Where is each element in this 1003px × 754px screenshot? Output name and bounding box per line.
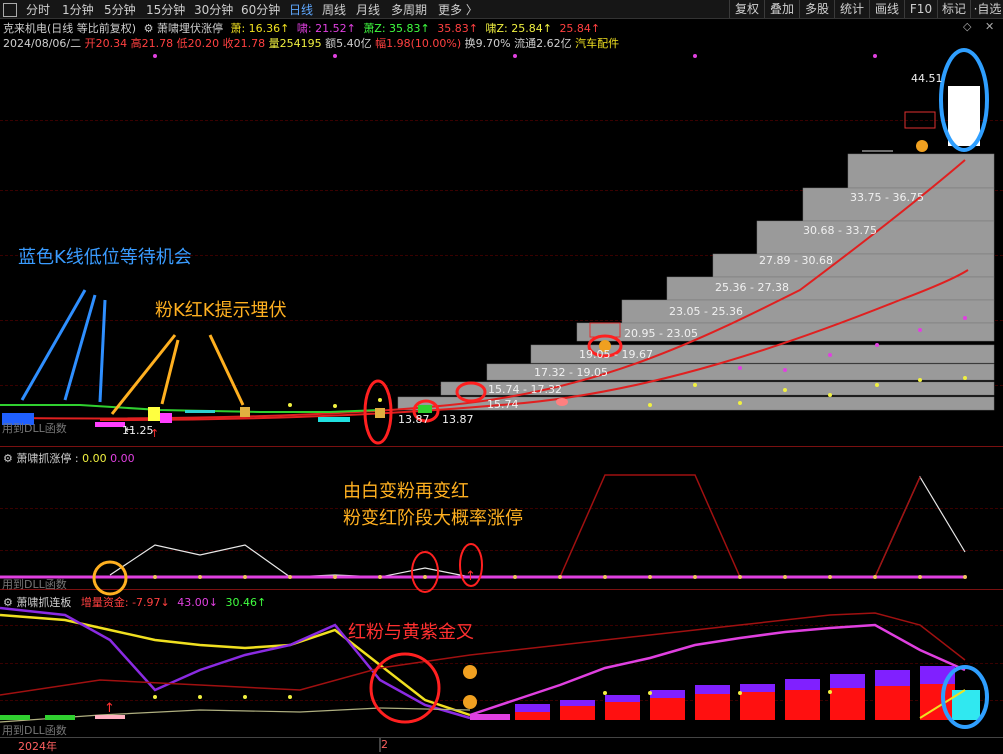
panel3-value-3: 30.46↑	[225, 596, 267, 609]
annotation-red: 红粉与黄紫金叉	[348, 622, 474, 643]
green-candle	[418, 405, 432, 413]
panel2-header: ⚙ 萧啸抓涨停 : 0.00 0.00	[3, 452, 135, 465]
range-label: 19.05 - 19.67	[579, 348, 653, 361]
panel2-value-2: 0.00	[110, 452, 135, 465]
range-label: 33.75 - 36.75	[850, 191, 924, 204]
dll-watermark: 用到DLL函数	[2, 578, 67, 591]
signal-icon	[463, 665, 477, 679]
panel3-value-2: 43.00↓	[177, 596, 218, 609]
panel2-red-line	[515, 474, 921, 578]
range-label: 23.05 - 25.36	[669, 305, 743, 318]
chart-graphics: ← ↑ ↑ ↑	[0, 48, 995, 752]
panel3-value-1: 增量资金: -7.97↓	[80, 596, 170, 609]
annotation-blue: 蓝色K线低位等待机会	[18, 247, 192, 268]
cyan-candle	[185, 410, 215, 413]
panel3-bars	[0, 666, 980, 720]
low-price-label: 11.25	[122, 424, 154, 437]
price-label-top: 44.51	[911, 72, 943, 85]
panel3-dots	[153, 690, 832, 699]
pink-candle	[95, 422, 125, 427]
range-label: 25.36 - 27.38	[715, 281, 789, 294]
orange-candle	[375, 408, 385, 418]
signal-icon	[556, 398, 568, 406]
price-label: 13.87	[442, 413, 474, 426]
panel2-white-line	[109, 475, 966, 578]
panel3-red-line	[0, 612, 966, 696]
highlight-circle	[411, 551, 439, 593]
up-arrow-icon: ↑	[465, 569, 476, 584]
pink-candle	[160, 413, 172, 423]
up-arrow-icon: ↑	[104, 701, 115, 716]
panel3-gear-icon[interactable]: ⚙	[3, 596, 13, 609]
signal-icon	[916, 140, 928, 152]
axis-month-label: 2	[381, 738, 388, 751]
blue-arrows	[20, 289, 107, 403]
annotation-orange-1: 由白变粉再变红	[343, 481, 469, 502]
annotation-orange-2: 粉变红阶段大概率涨停	[343, 508, 523, 529]
panel2-gear-icon[interactable]: ⚙	[3, 452, 13, 465]
range-label: 15.74 - 17.32	[488, 383, 562, 396]
range-label: 17.32 - 19.05	[534, 366, 608, 379]
dll-watermark: 用到DLL函数	[2, 422, 67, 435]
white-candle	[948, 86, 980, 146]
panel2-value-1: 0.00	[82, 452, 107, 465]
panel2-title: 萧啸抓涨停	[16, 452, 72, 465]
stock-chart-app: 分时 1分钟 5分钟 15分钟 30分钟 60分钟 日线 周线 月线 多周期 更…	[0, 0, 1003, 753]
range-label: 27.89 - 30.68	[759, 254, 833, 267]
yellow-candle	[148, 407, 160, 421]
annotation-yellow: 粉K红K提示埋伏	[155, 300, 287, 321]
orange-candle	[240, 407, 250, 417]
price-label: 13.87	[398, 413, 430, 426]
red-box	[904, 111, 936, 129]
range-label: 30.68 - 33.75	[803, 224, 877, 237]
range-label: 20.95 - 23.05	[624, 327, 698, 340]
panel3-title: 萧啸抓连板	[16, 596, 72, 609]
cyan-candle	[318, 417, 350, 422]
signal-icon	[463, 695, 477, 709]
yellow-arrows	[110, 334, 245, 415]
panel3-header: ⚙ 萧啸抓连板 增量资金: -7.97↓ 43.00↓ 30.46↑	[3, 594, 266, 610]
dll-watermark: 用到DLL函数	[2, 724, 67, 737]
range-label: 15.74	[487, 398, 519, 411]
